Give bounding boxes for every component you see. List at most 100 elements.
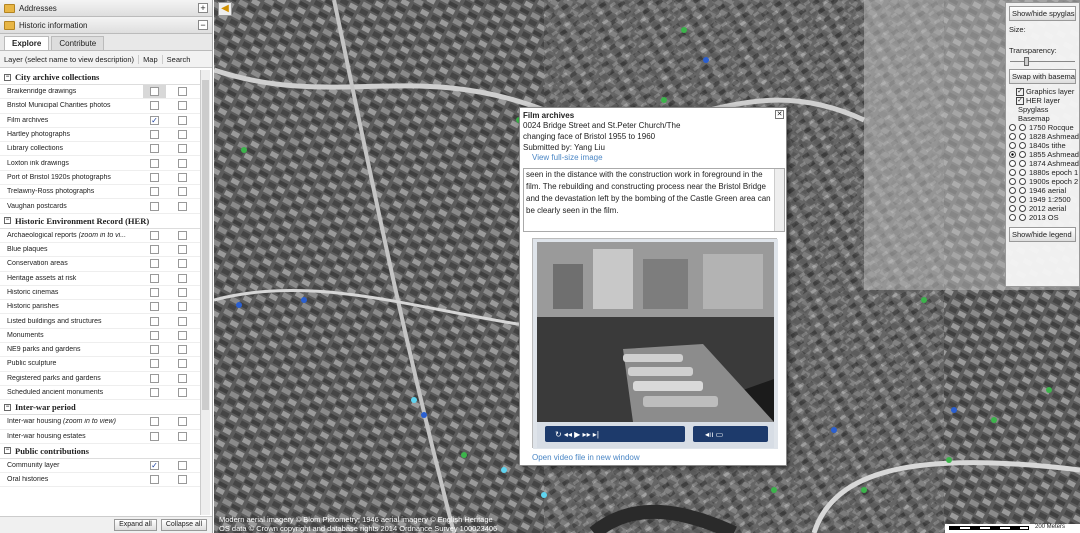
- layer-row[interactable]: Vaughan postcards: [0, 199, 200, 214]
- basemap-radio[interactable]: [1019, 178, 1026, 185]
- map-checkbox[interactable]: [150, 101, 159, 111]
- historic-layer-option[interactable]: 1946 aerial: [1006, 186, 1079, 195]
- layer-row[interactable]: Archaeological reports (zoom in to vi...: [0, 229, 200, 243]
- basemap-radio[interactable]: [1019, 205, 1026, 212]
- layer-row[interactable]: Hartley photographs: [0, 128, 200, 143]
- map-checkbox[interactable]: [150, 201, 159, 211]
- search-checkbox[interactable]: [178, 316, 187, 326]
- layer-row[interactable]: Inter-war housing (zoom in to view): [0, 415, 200, 430]
- video-player[interactable]: ↻ ◂◂ ▶ ▸▸ ▸| ◂ıı ▭: [532, 238, 778, 449]
- map-checkbox[interactable]: [150, 259, 159, 269]
- layer-row[interactable]: Port of Bristol 1920s photographs: [0, 171, 200, 186]
- layer-label[interactable]: Loxton ink drawings: [7, 160, 147, 167]
- search-checkbox[interactable]: [178, 130, 187, 140]
- view-full-size-link[interactable]: View full-size image: [520, 153, 786, 162]
- layer-row[interactable]: NE9 parks and gardens: [0, 343, 200, 358]
- historic-layer-option[interactable]: 1880s epoch 1: [1006, 168, 1079, 177]
- collapse-all-button[interactable]: Collapse all: [160, 519, 207, 531]
- search-checkbox[interactable]: [178, 460, 187, 470]
- basemap-radio[interactable]: [1019, 124, 1026, 131]
- collapse-icon[interactable]: −: [198, 20, 208, 30]
- layer-list-scrollbar[interactable]: [200, 70, 210, 515]
- basemap-radio[interactable]: [1019, 169, 1026, 176]
- historic-layer-option[interactable]: 1855 Ashmead: [1006, 150, 1079, 159]
- tab-explore[interactable]: Explore: [4, 36, 50, 50]
- layer-label[interactable]: Inter-war housing (zoom in to view): [7, 418, 147, 425]
- basemap-radio[interactable]: [1018, 151, 1026, 158]
- search-checkbox[interactable]: [178, 230, 187, 240]
- search-checkbox[interactable]: [178, 330, 187, 340]
- layer-label[interactable]: Public sculpture: [7, 360, 147, 367]
- basemap-radio[interactable]: [1019, 187, 1026, 194]
- map-checkbox[interactable]: [150, 245, 159, 255]
- layer-row[interactable]: Blue plaques: [0, 243, 200, 258]
- basemap-radio[interactable]: [1019, 196, 1026, 203]
- checkbox[interactable]: ✓: [1016, 96, 1024, 105]
- map-checkbox[interactable]: ✓: [150, 115, 159, 125]
- map-checkbox[interactable]: [150, 345, 159, 355]
- layer-label[interactable]: Inter-war housing estates: [7, 433, 147, 440]
- layer-label[interactable]: Braikenridge drawings: [7, 88, 147, 95]
- search-checkbox[interactable]: [178, 288, 187, 297]
- layer-toggle[interactable]: ✓ Graphics layer: [1006, 87, 1079, 96]
- accordion-addresses[interactable]: Addresses +: [0, 0, 212, 17]
- search-checkbox[interactable]: [178, 101, 187, 111]
- search-checkbox[interactable]: [178, 158, 187, 168]
- layer-row[interactable]: Trelawny-Ross photographs: [0, 185, 200, 200]
- layer-group-header[interactable]: − City archive collections: [0, 70, 200, 85]
- layer-row[interactable]: Public sculpture: [0, 357, 200, 372]
- layer-row[interactable]: Film archives ✓: [0, 114, 200, 128]
- spyglass-radio[interactable]: [1009, 187, 1016, 194]
- spyglass-radio[interactable]: [1009, 214, 1016, 221]
- spyglass-radio[interactable]: [1009, 124, 1016, 131]
- search-checkbox[interactable]: [178, 172, 187, 182]
- spyglass-radio[interactable]: [1009, 133, 1016, 140]
- layer-row[interactable]: Inter-war housing estates: [0, 430, 200, 444]
- basemap-radio[interactable]: [1018, 160, 1026, 167]
- layer-row[interactable]: Conservation areas: [0, 257, 200, 272]
- layer-label[interactable]: Hartley photographs: [7, 131, 147, 138]
- basemap-radio[interactable]: [1019, 142, 1026, 149]
- search-checkbox[interactable]: [178, 144, 187, 154]
- spyglass-radio[interactable]: [1009, 196, 1016, 203]
- layer-toggle[interactable]: ✓ HER layer: [1006, 96, 1079, 105]
- map-checkbox[interactable]: [150, 475, 159, 485]
- layer-label[interactable]: Heritage assets at risk: [7, 275, 147, 282]
- layer-row[interactable]: Loxton ink drawings: [0, 156, 200, 171]
- map-checkbox[interactable]: [150, 187, 159, 197]
- search-checkbox[interactable]: [178, 245, 187, 255]
- accordion-historic-information[interactable]: Historic information −: [0, 17, 212, 34]
- collapse-icon[interactable]: −: [4, 403, 11, 411]
- map-checkbox[interactable]: [150, 273, 159, 283]
- layer-label[interactable]: Historic cinemas: [7, 289, 147, 296]
- expand-icon[interactable]: +: [198, 3, 208, 13]
- layer-row[interactable]: Listed buildings and structures: [0, 314, 200, 329]
- map-checkbox[interactable]: [150, 431, 159, 441]
- search-checkbox[interactable]: [178, 87, 187, 97]
- spyglass-radio[interactable]: [1009, 178, 1016, 185]
- map-checkbox[interactable]: [150, 388, 159, 398]
- basemap-radio[interactable]: [1018, 133, 1026, 140]
- layer-label[interactable]: Conservation areas: [7, 260, 147, 267]
- layer-row[interactable]: Monuments: [0, 329, 200, 344]
- map-checkbox[interactable]: [150, 316, 159, 326]
- legend-toggle-button[interactable]: Show/hide legend: [1009, 227, 1076, 242]
- layer-row[interactable]: Community layer ✓: [0, 459, 200, 474]
- search-checkbox[interactable]: [178, 373, 187, 383]
- map-checkbox[interactable]: [150, 288, 159, 297]
- historic-layer-option[interactable]: 1840s tithe: [1006, 141, 1079, 150]
- map-checkbox[interactable]: [150, 87, 159, 97]
- description-scrollbar[interactable]: [774, 169, 784, 231]
- layer-label[interactable]: Library collections: [7, 145, 147, 152]
- layer-row[interactable]: Library collections: [0, 142, 200, 157]
- historic-layer-option[interactable]: 2012 aerial: [1006, 204, 1079, 213]
- search-checkbox[interactable]: [178, 302, 187, 312]
- layer-group-header[interactable]: − Public contributions: [0, 444, 200, 459]
- size-slider[interactable]: [1006, 35, 1079, 45]
- historic-layer-option[interactable]: 1828 Ashmead: [1006, 132, 1079, 141]
- expand-all-button[interactable]: Expand all: [114, 519, 157, 531]
- map-checkbox[interactable]: [150, 172, 159, 182]
- collapse-icon[interactable]: −: [4, 447, 11, 455]
- search-checkbox[interactable]: [178, 417, 187, 427]
- map-checkbox[interactable]: [150, 144, 159, 154]
